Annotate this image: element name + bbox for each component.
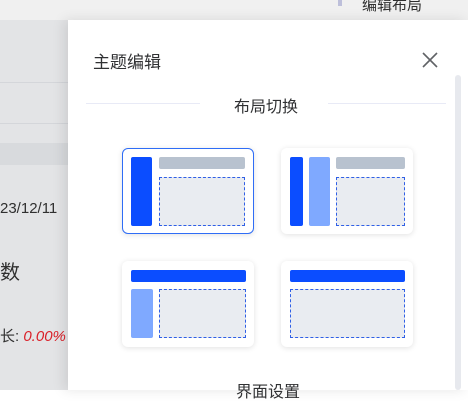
- layout-section-divider: 布局切换: [86, 92, 446, 116]
- scrollbar-thumb[interactable]: [455, 75, 461, 390]
- sidebar-block: [131, 289, 153, 338]
- layout-option-top-side[interactable]: [122, 261, 254, 347]
- layout-option-side-menu[interactable]: [122, 148, 254, 234]
- content-block: [336, 177, 405, 226]
- drawer-title: 主题编辑: [93, 53, 161, 72]
- page-settings-section-label: 界面设置: [235, 384, 300, 401]
- divider-line: [328, 103, 446, 104]
- content-block: [290, 289, 405, 338]
- close-icon: [422, 52, 438, 68]
- layout-section-label: 布局切换: [233, 99, 298, 116]
- topbar-block: [131, 270, 246, 282]
- sidebar-block: [290, 157, 303, 226]
- layout-option-double-column[interactable]: [281, 148, 413, 234]
- theme-edit-drawer: 主题编辑 布局切换 界面设置: [68, 20, 468, 401]
- header-block: [336, 157, 405, 169]
- content-block: [159, 177, 245, 226]
- sidebar-block: [131, 157, 152, 226]
- layout-option-top-menu[interactable]: [281, 261, 413, 347]
- content-block: [159, 289, 246, 338]
- header-block: [159, 157, 245, 169]
- close-button[interactable]: [418, 48, 442, 72]
- topbar-block: [290, 270, 405, 282]
- submenu-block: [309, 157, 330, 226]
- drawer-scrollbar[interactable]: [454, 75, 462, 390]
